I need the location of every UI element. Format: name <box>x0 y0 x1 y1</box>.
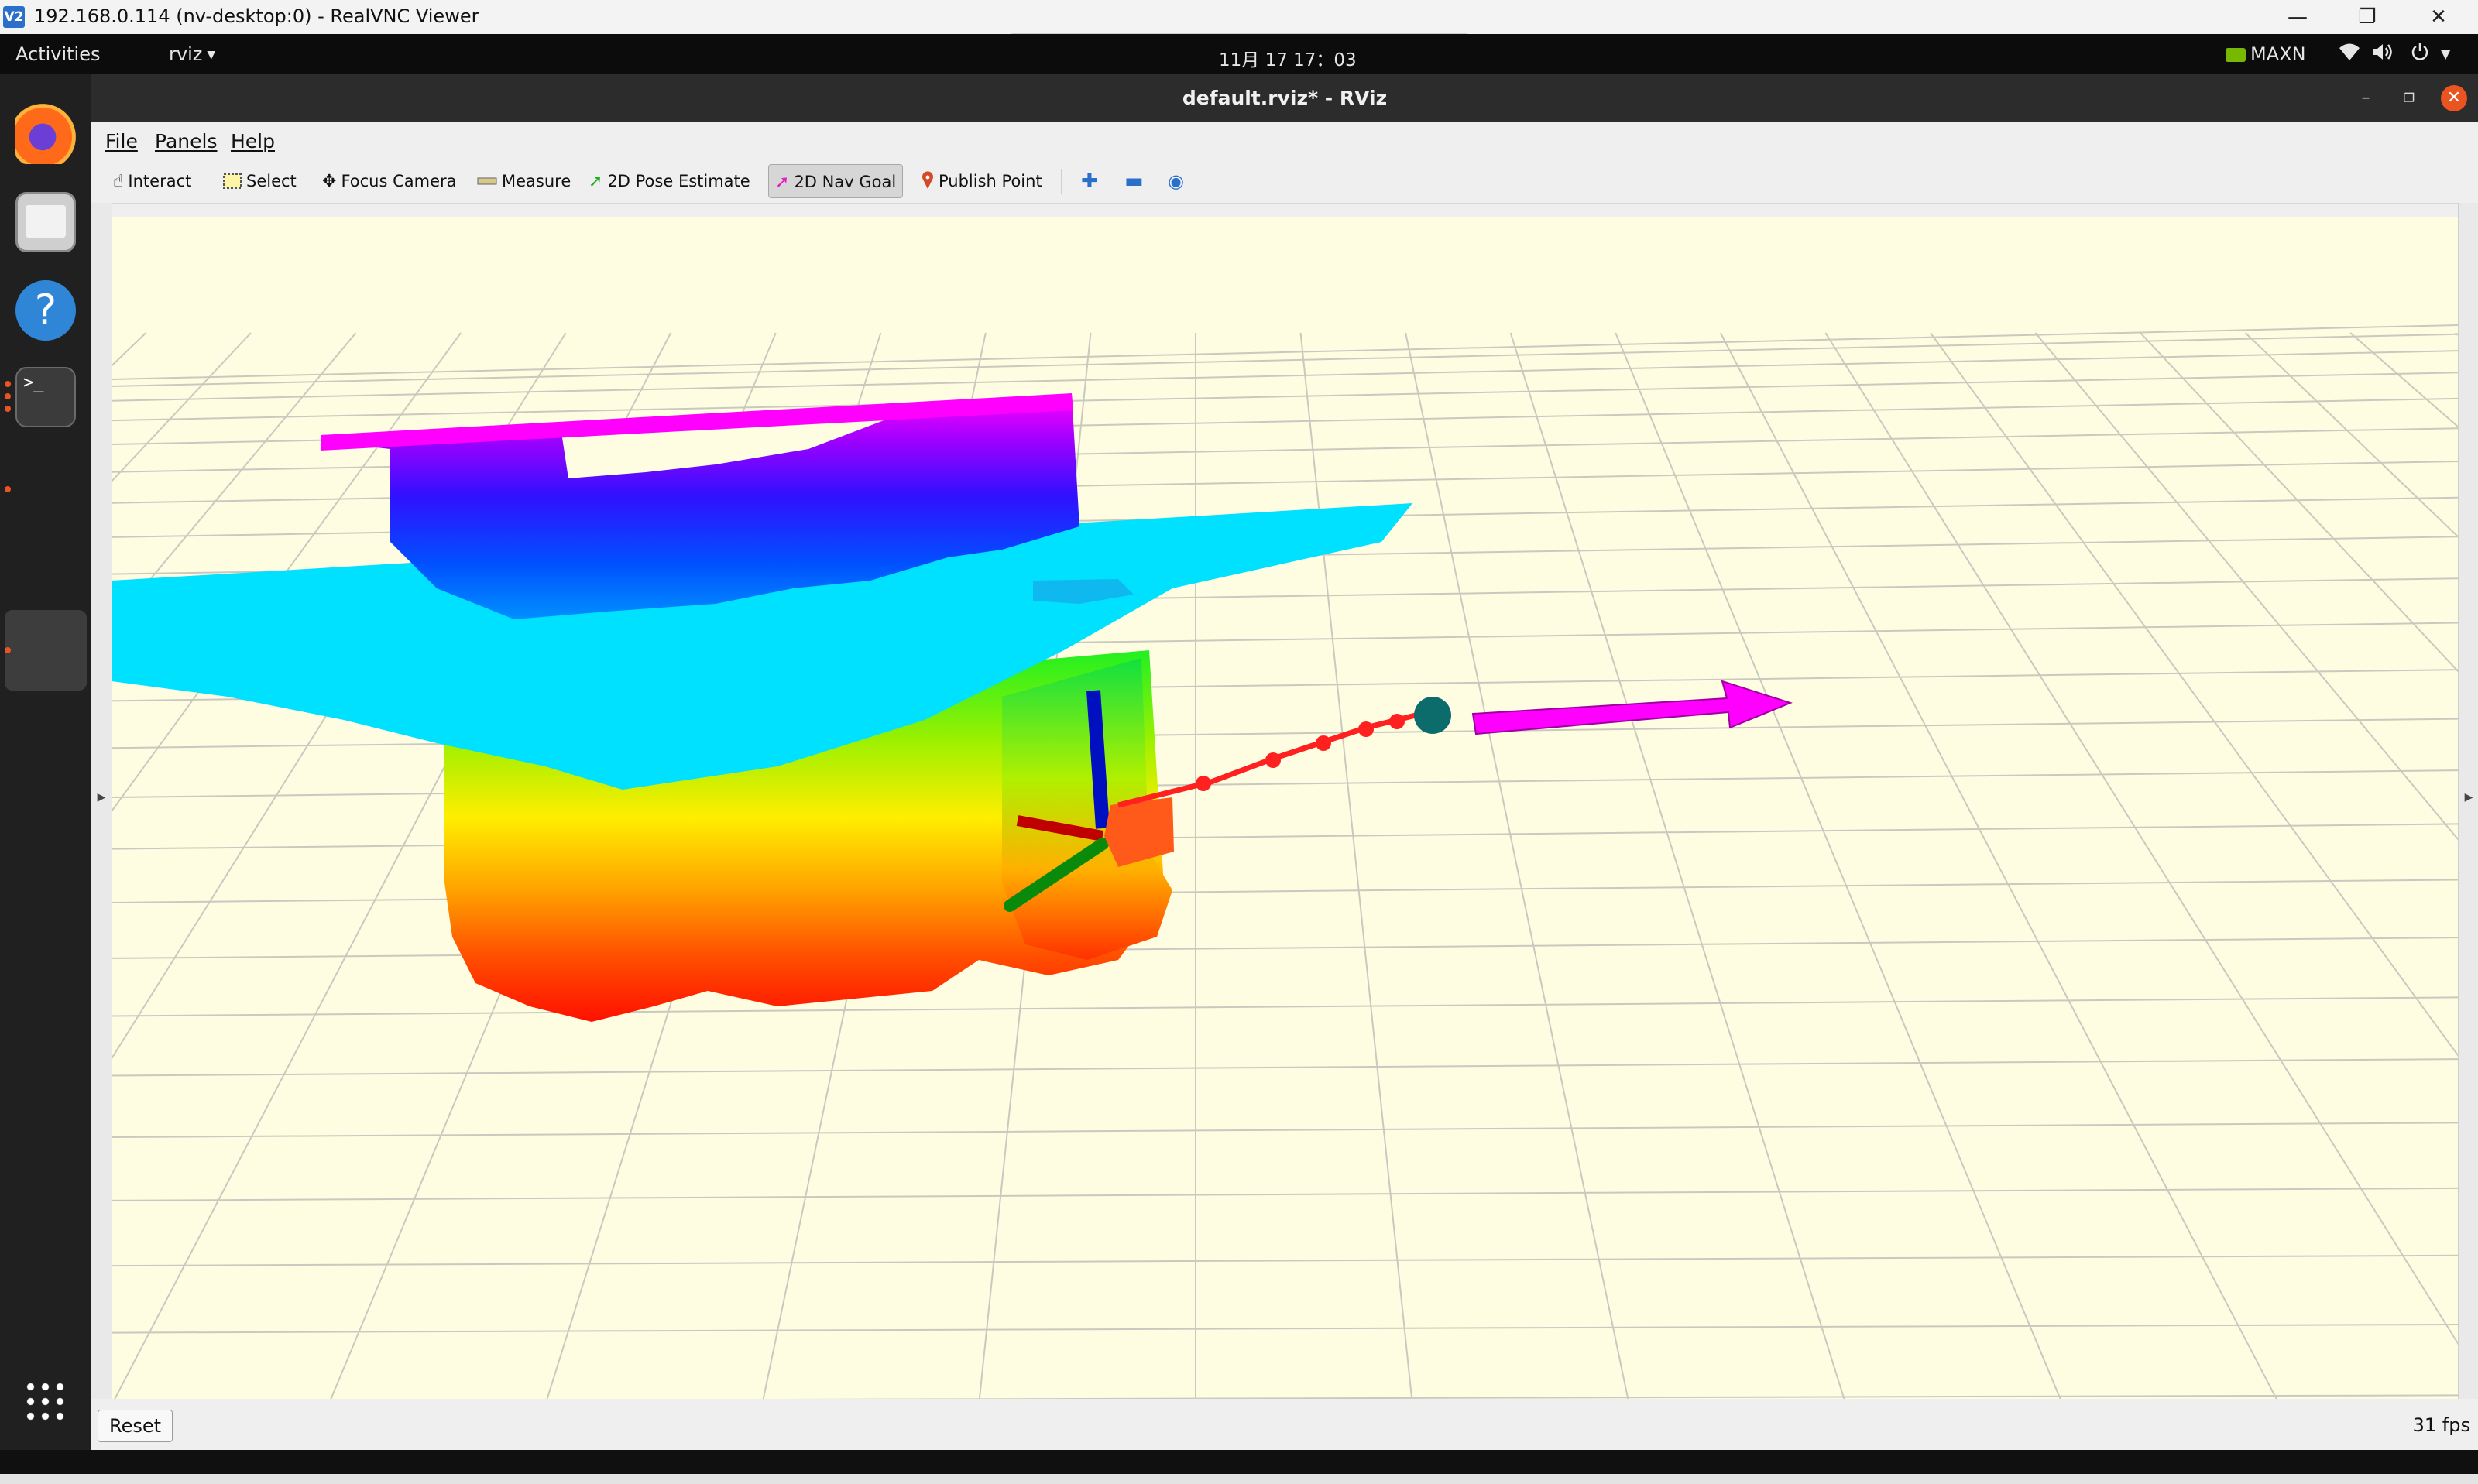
rviz-close-button[interactable]: ✕ <box>2441 85 2467 111</box>
tools-toolbar: ☝ Interact Select ✥ Focus Camera Measure ➚… <box>91 159 2478 204</box>
dock: ? >_ <box>0 74 91 1450</box>
tool-select[interactable]: Select <box>217 164 303 198</box>
pink-arrow-icon: ➚ <box>775 173 790 192</box>
menubar: File Panels Help <box>91 122 2478 159</box>
gnome-topbar: Activities rviz ▼ 11月 17 17：03 MAXN ▼ <box>0 34 2478 74</box>
chevron-down-icon[interactable]: ▼ <box>2441 46 2450 61</box>
nvidia-icon <box>2226 48 2246 62</box>
toolbar-separator <box>1061 169 1062 194</box>
rviz-restore-button[interactable]: ❐ <box>2396 85 2422 111</box>
firefox-icon[interactable] <box>15 104 76 164</box>
hand-icon: ☝ <box>113 172 124 191</box>
minus-icon[interactable]: ▬ <box>1118 164 1150 198</box>
help-icon[interactable]: ? <box>15 280 76 341</box>
render-viewport[interactable] <box>112 217 2458 1399</box>
status-bar: Reset 31 fps <box>91 1399 2478 1450</box>
vnc-minimize-button[interactable]: — <box>2263 0 2332 34</box>
running-indicator <box>5 381 11 387</box>
files-icon[interactable] <box>15 192 76 252</box>
app-menu-button[interactable]: rviz ▼ <box>169 43 215 65</box>
rviz-window-title: default.rviz* - RViz <box>1182 87 1388 109</box>
vnc-titlebar: V2 192.168.0.114 (nv-desktop:0) - RealVN… <box>0 0 2478 35</box>
chevron-right-icon: ▶ <box>97 791 106 804</box>
chevron-right-icon: ▶ <box>2464 791 2473 804</box>
fps-readout: 31 fps <box>2412 1414 2470 1436</box>
tool-measure[interactable]: Measure <box>471 164 577 198</box>
volume-icon[interactable] <box>2371 42 2394 67</box>
power-mode-indicator[interactable]: MAXN <box>2226 43 2306 65</box>
realvnc-icon: V2 <box>3 6 25 28</box>
menu-help[interactable]: Help <box>231 130 275 153</box>
tool-label: 2D Nav Goal <box>794 173 897 191</box>
show-apps-grid-icon[interactable] <box>23 1379 67 1423</box>
caret-down-icon: ▼ <box>207 49 216 61</box>
app-menu-label: rviz <box>169 43 203 65</box>
clock[interactable]: 11月 17 17：03 <box>1219 45 1357 71</box>
tool-2d-nav-goal[interactable]: ➚ 2D Nav Goal <box>768 164 904 198</box>
terminal-icon[interactable]: >_ <box>15 367 76 427</box>
running-indicator <box>5 393 11 399</box>
eye-icon[interactable]: ◉ <box>1162 164 1190 198</box>
select-box-icon <box>223 165 242 199</box>
activities-button[interactable]: Activities <box>15 43 101 65</box>
tool-label: Measure <box>502 172 571 190</box>
left-panel-splitter[interactable]: ▶ <box>91 203 112 1399</box>
ruler-icon <box>477 165 497 199</box>
menu-panels[interactable]: Panels <box>155 130 217 153</box>
tool-focus-camera[interactable]: ✥ Focus Camera <box>316 164 463 198</box>
nav-goal-arrow <box>1471 680 1793 735</box>
reset-button[interactable]: Reset <box>98 1410 173 1442</box>
crosshair-icon: ✥ <box>322 172 337 191</box>
goal-sphere <box>1414 697 1451 734</box>
robot-base <box>1104 797 1174 867</box>
tool-label: Publish Point <box>939 172 1042 190</box>
scene-3d <box>112 324 2458 1399</box>
running-indicator <box>5 647 11 653</box>
tool-label: Interact <box>128 172 192 190</box>
vnc-maximize-button[interactable]: ❐ <box>2332 0 2402 34</box>
axis-z <box>1086 690 1110 829</box>
power-mode-label: MAXN <box>2250 43 2306 65</box>
tool-2d-pose-estimate[interactable]: ➚ 2D Pose Estimate <box>582 164 757 198</box>
tool-publish-point[interactable]: Publish Point <box>915 164 1049 198</box>
vnc-close-button[interactable]: ✕ <box>2404 0 2473 34</box>
rviz-minimize-button[interactable]: – <box>2353 85 2379 111</box>
taskbar-edge <box>0 1474 2478 1484</box>
tool-label: Focus Camera <box>341 172 457 190</box>
rviz-headerbar: default.rviz* - RViz – ❐ ✕ <box>91 74 2478 122</box>
tool-interact[interactable]: ☝ Interact <box>107 164 197 198</box>
rviz-window: default.rviz* - RViz – ❐ ✕ File Panels H… <box>91 74 2478 1450</box>
map-pin-icon <box>922 165 934 199</box>
plus-icon[interactable]: ✚ <box>1075 164 1104 198</box>
menu-file[interactable]: File <box>105 130 138 153</box>
wifi-icon[interactable] <box>2339 42 2360 67</box>
right-panel-splitter[interactable]: ▶ <box>2458 203 2478 1399</box>
green-arrow-icon: ➚ <box>589 172 603 191</box>
running-indicator <box>5 406 11 412</box>
rviz-window-icon[interactable] <box>5 610 87 691</box>
tool-label: 2D Pose Estimate <box>607 172 750 190</box>
running-indicator <box>5 486 11 492</box>
tool-label: Select <box>246 172 297 190</box>
vnc-window-title: 192.168.0.114 (nv-desktop:0) - RealVNC V… <box>34 5 479 27</box>
power-icon[interactable] <box>2410 42 2430 67</box>
